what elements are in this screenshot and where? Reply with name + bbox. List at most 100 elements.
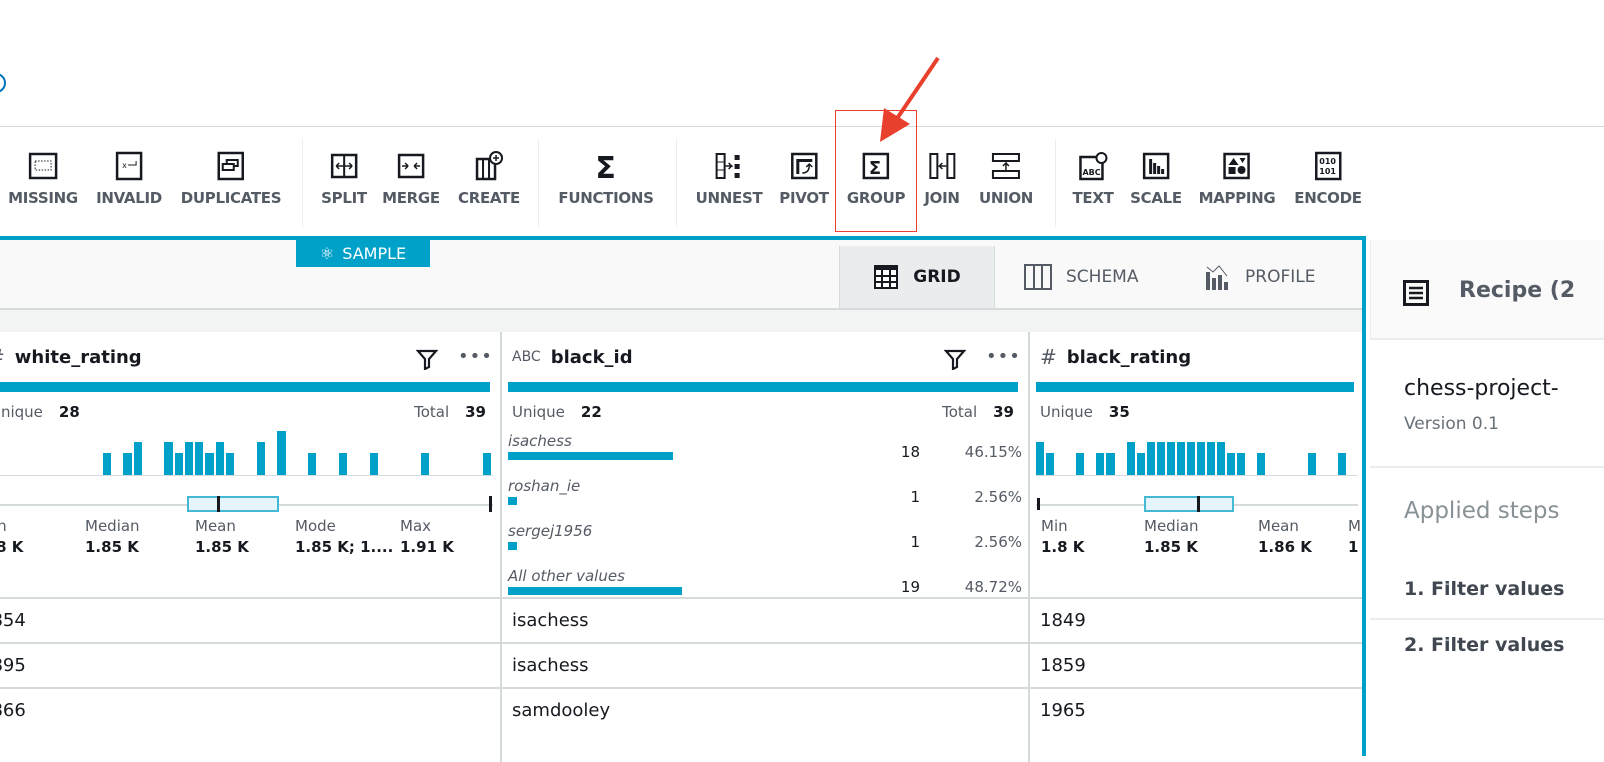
table-cell[interactable]: isachess (502, 597, 1028, 642)
histogram-bar[interactable] (1146, 442, 1155, 475)
histogram-bar[interactable] (1176, 442, 1185, 475)
histogram-bar[interactable] (1307, 453, 1316, 475)
tab-schema[interactable]: SCHEMA (1024, 246, 1138, 308)
histogram-bar[interactable] (277, 431, 286, 475)
sample-badge[interactable]: ⚛ SAMPLE (296, 240, 430, 267)
toolbar-merge-button[interactable]: MERGE (382, 151, 440, 207)
column-name: black_id (550, 346, 633, 368)
toolbar-button-label: SCALE (1130, 189, 1182, 207)
tab-grid[interactable]: GRID (839, 246, 995, 308)
stat-median: Median 1.85 K (85, 517, 140, 556)
toolbar-missing-button[interactable]: MISSING (8, 151, 78, 207)
table-cell[interactable]: isachess (502, 642, 1028, 687)
histogram-bar[interactable] (1076, 453, 1085, 475)
toolbar-unnest-button[interactable]: UNNEST (696, 151, 763, 207)
sigma-icon: Σ (595, 151, 616, 181)
toolbar-union-button[interactable]: UNION (979, 151, 1033, 207)
scale-icon (1142, 152, 1170, 180)
toolbar-create-button[interactable]: CREATE (458, 151, 520, 207)
unique-count: 28 (58, 403, 80, 421)
boxplot-max (489, 496, 492, 512)
histogram-bar[interactable] (482, 453, 491, 475)
duplicates-icon (217, 151, 245, 181)
stat-median: Median 1.85 K (1144, 517, 1199, 556)
boxplot-box[interactable] (187, 496, 279, 512)
histogram-bar[interactable] (1096, 453, 1105, 475)
recipe-title: Recipe (2 (1459, 278, 1576, 303)
toolbar-separator (538, 139, 539, 227)
histogram-bar[interactable] (1217, 442, 1226, 475)
table-cell[interactable]: 1866 (0, 687, 500, 732)
merge-icon (397, 153, 425, 179)
histogram-bar[interactable] (1186, 442, 1195, 475)
histogram-bar[interactable] (225, 453, 235, 475)
stat-mode: Mode 1.85 K; 1.... (295, 517, 394, 556)
histogram-bar[interactable] (195, 442, 204, 475)
applied-steps-heading: Applied steps (1404, 498, 1560, 524)
table-cell[interactable]: 1859 (1030, 642, 1362, 687)
toolbar-pivot-button[interactable]: PIVOT (779, 151, 829, 207)
histogram-bar[interactable] (123, 453, 132, 475)
histogram-bar[interactable] (1227, 453, 1236, 475)
histogram-bar[interactable] (133, 442, 142, 475)
toolbar-button-label: UNION (978, 189, 1034, 207)
histogram-bar[interactable] (184, 442, 194, 475)
histogram-bar[interactable] (369, 453, 379, 475)
table-cell[interactable]: 1965 (1030, 687, 1362, 732)
toolbar-scale-button[interactable]: SCALE (1130, 151, 1182, 207)
recipe-step[interactable]: 1. Filter values (1404, 578, 1564, 600)
top-value-item[interactable]: roshan_ie 1 2.56% (502, 477, 1030, 517)
histogram-bar[interactable] (1046, 453, 1055, 475)
table-cell[interactable]: samdooley (502, 687, 1028, 732)
toolbar-mapping-button[interactable]: MAPPING (1199, 151, 1276, 207)
toolbar-split-button[interactable]: SPLIT (321, 151, 367, 207)
histogram-bar[interactable] (1337, 453, 1346, 475)
table-cell[interactable]: 1895 (0, 642, 500, 687)
toolbar-functions-button[interactable]: Σ FUNCTIONS (558, 151, 654, 207)
recipe-version: Version 0.1 (1404, 414, 1499, 434)
data-grid-panel: ⚛SAMPLE GRID SCHEMA PROFILE # white_ratin… (0, 236, 1366, 762)
histogram-bar[interactable] (1197, 442, 1206, 475)
histogram-bar[interactable] (1156, 442, 1165, 475)
histogram-bar[interactable] (215, 442, 224, 475)
histogram-baseline (0, 475, 493, 476)
histogram-bar[interactable] (164, 442, 173, 475)
more-options-icon[interactable]: ••• (458, 346, 493, 367)
toolbar-button-label: DUPLICATES (180, 189, 282, 207)
toolbar-duplicates-button[interactable]: DUPLICATES (181, 151, 282, 207)
histogram-bar[interactable] (102, 453, 111, 475)
histogram-bar[interactable] (1126, 442, 1135, 475)
table-cell[interactable]: 1854 (0, 597, 500, 642)
boxplot-median (216, 496, 220, 512)
histogram-bar[interactable] (1207, 442, 1216, 475)
filter-icon[interactable] (944, 348, 966, 370)
filter-icon[interactable] (416, 348, 438, 370)
histogram-bar[interactable] (256, 442, 266, 475)
unique-label: Unique (1040, 403, 1093, 421)
histogram-bar[interactable] (174, 453, 183, 475)
histogram-bar[interactable] (1166, 442, 1175, 475)
top-value-item[interactable]: isachess 18 46.15% (502, 432, 1030, 472)
numeric-type-icon: # (0, 345, 5, 369)
toolbar-button-label: MAPPING (1198, 189, 1276, 207)
top-value-item[interactable]: sergej1956 1 2.56% (502, 522, 1030, 562)
histogram-bar[interactable] (1237, 453, 1246, 475)
histogram-bar[interactable] (1106, 453, 1115, 475)
recipe-step[interactable]: 2. Filter values (1404, 634, 1564, 656)
histogram-bar[interactable] (1257, 453, 1266, 475)
histogram-bar[interactable] (338, 453, 348, 475)
histogram-bar[interactable] (308, 453, 317, 475)
histogram-bar[interactable] (205, 453, 214, 475)
table-cell[interactable]: 1849 (1030, 597, 1362, 642)
toolbar-join-button[interactable]: JOIN (924, 151, 960, 207)
histogram-bar[interactable] (1136, 453, 1145, 475)
toolbar-text-button[interactable]: ABC TEXT (1072, 151, 1114, 207)
more-options-icon[interactable]: ••• (986, 346, 1021, 367)
info-icon[interactable] (0, 73, 6, 93)
histogram-bar[interactable] (421, 453, 430, 475)
toolbar-encode-button[interactable]: 010 101 ENCODE (1294, 151, 1362, 207)
boxplot-box[interactable] (1143, 496, 1235, 512)
histogram-bar[interactable] (1036, 442, 1045, 475)
toolbar-invalid-button[interactable]: x INVALID (96, 151, 162, 207)
tab-profile[interactable]: PROFILE (1205, 246, 1315, 308)
